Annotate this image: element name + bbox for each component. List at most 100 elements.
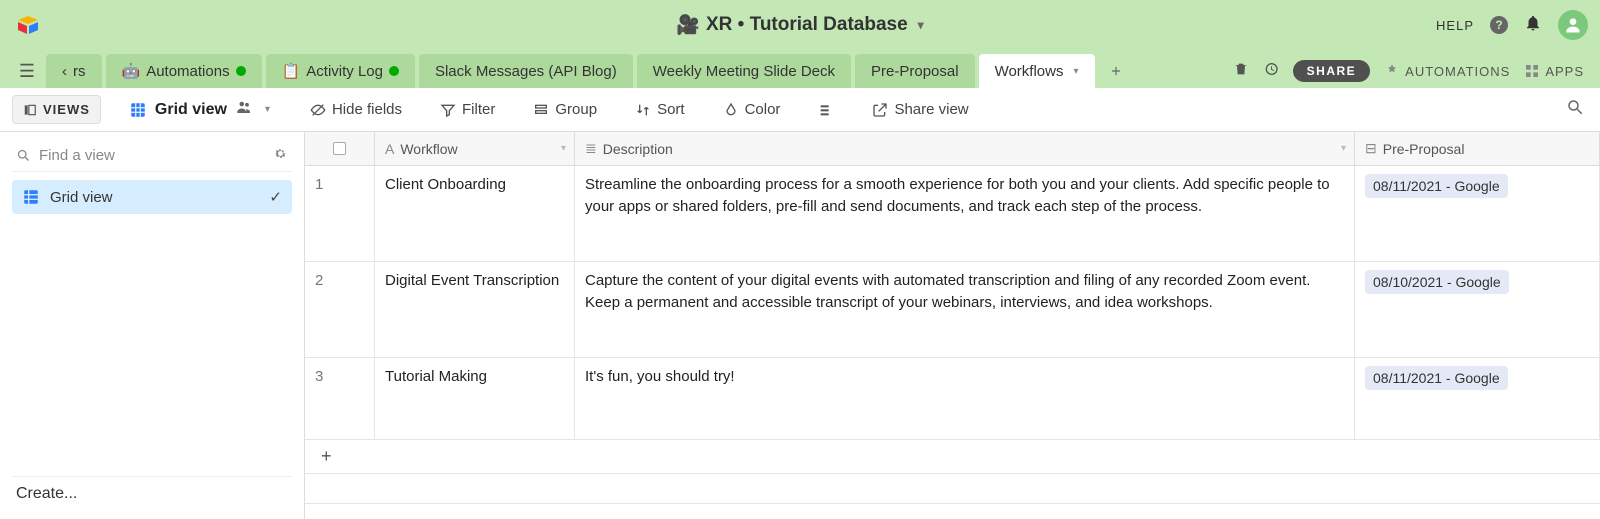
share-view-button[interactable]: Share view (864, 97, 976, 122)
row-number[interactable]: 2 (305, 262, 375, 357)
search-icon (16, 148, 31, 163)
data-grid: A Workflow ▾ ≣ Description ▾ ⊟ Pre-Propo… (305, 132, 1600, 519)
automations-button[interactable]: AUTOMATIONS (1384, 63, 1510, 79)
view-name: Grid view (155, 101, 227, 119)
clipboard-icon: 📋 (282, 62, 301, 80)
automations-icon (1384, 63, 1400, 79)
search-icon (1566, 98, 1584, 116)
row-number[interactable]: 1 (305, 166, 375, 261)
tab-workflows[interactable]: Workflows ▾ (979, 54, 1095, 88)
filter-button[interactable]: Filter (432, 97, 503, 122)
notifications-icon[interactable] (1524, 14, 1542, 37)
cell-description[interactable]: It's fun, you should try! (575, 358, 1355, 439)
chevron-down-icon[interactable]: ▾ (265, 104, 270, 115)
chevron-down-icon[interactable]: ▾ (561, 143, 566, 154)
cell-workflow[interactable]: Tutorial Making (375, 358, 575, 439)
user-avatar[interactable] (1558, 10, 1588, 40)
checkbox[interactable] (333, 142, 346, 155)
title-prefix: XR (706, 14, 732, 35)
filter-icon (440, 102, 456, 118)
tab-slack-messages[interactable]: Slack Messages (API Blog) (419, 54, 633, 88)
view-item-label: Grid view (50, 189, 113, 206)
eye-off-icon (310, 102, 326, 118)
table-row[interactable]: 2 Digital Event Transcription Capture th… (305, 262, 1600, 358)
column-header-description[interactable]: ≣ Description ▾ (575, 132, 1355, 165)
airtable-logo[interactable] (16, 13, 40, 37)
sort-icon (635, 102, 651, 118)
cell-description[interactable]: Capture the content of your digital even… (575, 262, 1355, 357)
add-row-button[interactable]: + (305, 440, 1600, 474)
linked-field-icon: ⊟ (1365, 140, 1377, 157)
grid-icon (129, 101, 147, 119)
grid-header-row: A Workflow ▾ ≣ Description ▾ ⊟ Pre-Propo… (305, 132, 1600, 166)
check-icon: ✓ (269, 188, 282, 206)
cell-preproposal[interactable]: 08/11/2021 - Google (1355, 166, 1600, 261)
collaborators-icon[interactable] (235, 98, 253, 121)
sidebar-icon (23, 103, 37, 117)
row-number[interactable]: 3 (305, 358, 375, 439)
plus-icon: + (321, 446, 332, 467)
group-button[interactable]: Group (525, 97, 605, 122)
sidebar-view-grid[interactable]: Grid view ✓ (12, 180, 292, 214)
cell-workflow[interactable]: Client Onboarding (375, 166, 575, 261)
cell-preproposal[interactable]: 08/11/2021 - Google (1355, 358, 1600, 439)
status-dot (236, 66, 246, 76)
apps-icon (1524, 63, 1540, 79)
tab-rs[interactable]: ‹ rs (46, 54, 102, 88)
views-sidebar-toggle[interactable]: VIEWS (12, 95, 101, 124)
chevron-down-icon[interactable]: ▾ (1341, 143, 1346, 154)
tab-pre-proposal[interactable]: Pre-Proposal (855, 54, 975, 88)
tab-weekly-meeting[interactable]: Weekly Meeting Slide Deck (637, 54, 851, 88)
find-view-input[interactable] (39, 147, 265, 164)
text-field-icon: A (385, 141, 394, 157)
chevron-down-icon[interactable]: ▾ (1073, 66, 1078, 77)
tab-automations[interactable]: 🤖 Automations (106, 54, 262, 88)
share-icon (872, 102, 888, 118)
blank-row (305, 474, 1600, 504)
linked-record-pill[interactable]: 08/10/2021 - Google (1365, 270, 1509, 294)
paint-icon (723, 102, 739, 118)
chevron-down-icon[interactable]: ▾ (918, 18, 924, 32)
gear-icon[interactable] (273, 146, 288, 165)
cell-preproposal[interactable]: 08/10/2021 - Google (1355, 262, 1600, 357)
base-title[interactable]: 🎥 XR • Tutorial Database ▾ (676, 13, 923, 37)
group-icon (533, 102, 549, 118)
linked-record-pill[interactable]: 08/11/2021 - Google (1365, 174, 1508, 198)
history-icon[interactable] (1263, 61, 1279, 82)
current-view-selector[interactable]: Grid view ▾ (119, 94, 280, 125)
title-suffix: Tutorial Database (750, 14, 908, 35)
apps-button[interactable]: APPS (1524, 63, 1584, 79)
grid-icon (22, 188, 40, 206)
app-header: 🎥 XR • Tutorial Database ▾ HELP ? (0, 0, 1600, 50)
share-button[interactable]: SHARE (1293, 60, 1371, 82)
views-sidebar: Grid view ✓ Create... (0, 132, 305, 519)
table-row[interactable]: 1 Client Onboarding Streamline the onboa… (305, 166, 1600, 262)
search-button[interactable] (1562, 94, 1588, 125)
add-table-button[interactable] (1099, 54, 1133, 88)
view-toolbar: VIEWS Grid view ▾ Hide fields Filter Gro… (0, 88, 1600, 132)
table-row[interactable]: 3 Tutorial Making It's fun, you should t… (305, 358, 1600, 440)
sort-button[interactable]: Sort (627, 97, 693, 122)
robot-icon: 🤖 (122, 62, 141, 80)
linked-record-pill[interactable]: 08/11/2021 - Google (1365, 366, 1508, 390)
back-icon: ‹ (62, 63, 67, 80)
help-link[interactable]: HELP (1436, 18, 1474, 33)
camera-icon: 🎥 (676, 13, 700, 37)
color-button[interactable]: Color (715, 97, 789, 122)
create-view-button[interactable]: Create... (12, 476, 292, 511)
cell-description[interactable]: Streamline the onboarding process for a … (575, 166, 1355, 261)
select-all-cell[interactable] (305, 132, 375, 165)
column-header-preproposal[interactable]: ⊟ Pre-Proposal (1355, 132, 1600, 165)
help-icon[interactable]: ? (1490, 16, 1508, 34)
cell-workflow[interactable]: Digital Event Transcription (375, 262, 575, 357)
table-tabs-bar: ☰ ‹ rs 🤖 Automations 📋 Activity Log Slac… (0, 50, 1600, 88)
trash-icon[interactable] (1233, 61, 1249, 82)
tables-menu-icon[interactable]: ☰ (12, 54, 42, 88)
status-dot (389, 66, 399, 76)
longtext-field-icon: ≣ (585, 140, 597, 157)
row-height-button[interactable] (810, 98, 842, 122)
row-height-icon (818, 102, 834, 118)
column-header-workflow[interactable]: A Workflow ▾ (375, 132, 575, 165)
tab-activity-log[interactable]: 📋 Activity Log (266, 54, 415, 88)
hide-fields-button[interactable]: Hide fields (302, 97, 410, 122)
